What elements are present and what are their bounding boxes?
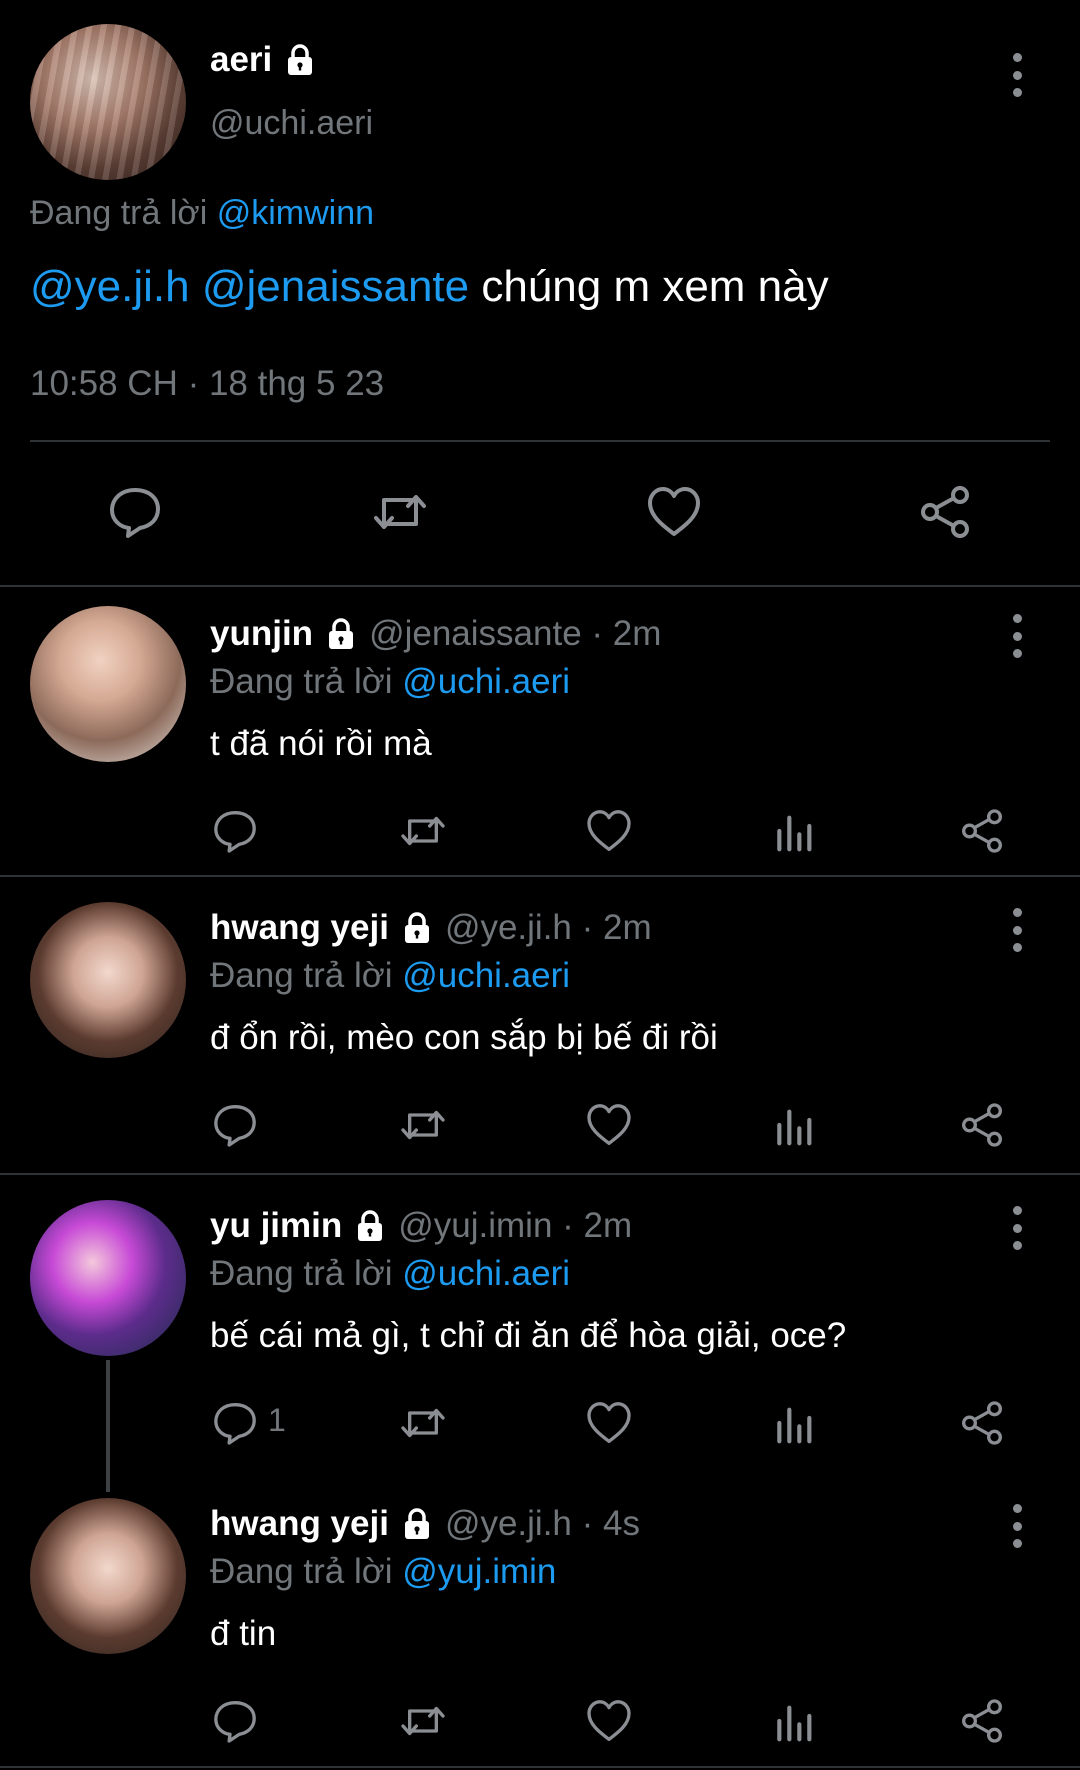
retweet-icon[interactable] bbox=[398, 1696, 448, 1746]
replying-to-label: Đang trả lời bbox=[210, 956, 393, 995]
views-icon[interactable] bbox=[771, 1398, 821, 1448]
replying-to-label: Đang trả lời bbox=[210, 662, 393, 701]
views-icon[interactable] bbox=[771, 1696, 821, 1746]
author-handle[interactable]: @yuj.imin · 2m bbox=[398, 1206, 632, 1246]
views-icon[interactable] bbox=[771, 1100, 821, 1150]
mention-link[interactable]: @jenaissante bbox=[202, 262, 469, 311]
replying-to: Đang trả lời @kimwinn bbox=[30, 194, 374, 233]
share-icon[interactable] bbox=[957, 1100, 1007, 1150]
reply-icon[interactable] bbox=[210, 806, 260, 856]
like-icon[interactable] bbox=[584, 1398, 634, 1448]
tweet-text: @ye.ji.h @jenaissante chúng m xem này bbox=[30, 262, 829, 312]
avatar[interactable] bbox=[30, 24, 186, 180]
tweet-text: t đã nói rồi mà bbox=[210, 724, 432, 763]
reply-header: yu jimin @yuj.imin · 2m bbox=[210, 1206, 632, 1246]
replying-to-mention[interactable]: @yuj.imin bbox=[402, 1552, 556, 1591]
replying-to: Đang trả lời @uchi.aeri bbox=[210, 662, 570, 702]
more-icon[interactable] bbox=[1010, 1504, 1024, 1548]
replying-to-mention[interactable]: @uchi.aeri bbox=[402, 1254, 570, 1293]
author-name[interactable]: yunjin bbox=[210, 614, 313, 654]
replying-to-label: Đang trả lời bbox=[30, 194, 208, 232]
tweet-text: bế cái mả gì, t chỉ đi ăn để hòa giải, o… bbox=[210, 1316, 847, 1355]
author-handle[interactable]: @ye.ji.h · 2m bbox=[445, 908, 652, 948]
share-icon[interactable] bbox=[957, 806, 1007, 856]
main-tweet: aeri @uchi.aeri Đang trả lời @kimwinn @y… bbox=[0, 0, 1080, 586]
author-name[interactable]: hwang yeji bbox=[210, 1504, 389, 1544]
reply-header: yunjin @jenaissante · 2m bbox=[210, 614, 661, 654]
mention-link[interactable]: @ye.ji.h bbox=[30, 262, 190, 311]
reply-icon[interactable] bbox=[210, 1696, 260, 1746]
avatar[interactable] bbox=[30, 902, 186, 1058]
author-name-text: aeri bbox=[210, 40, 273, 79]
replying-to-label: Đang trả lời bbox=[210, 1552, 393, 1591]
reply-tweet: hwang yeji @ye.ji.h · 4s Đang trả lời @y… bbox=[0, 1474, 1080, 1770]
replying-to-mention[interactable]: @uchi.aeri bbox=[402, 662, 570, 701]
replying-to: Đang trả lời @yuj.imin bbox=[210, 1552, 556, 1592]
author-handle[interactable]: @jenaissante · 2m bbox=[369, 614, 661, 654]
like-icon[interactable] bbox=[584, 1100, 634, 1150]
more-icon[interactable] bbox=[1010, 908, 1024, 952]
lock-icon bbox=[404, 1508, 429, 1539]
more-icon[interactable] bbox=[1010, 1206, 1024, 1250]
more-icon[interactable] bbox=[1010, 53, 1024, 97]
retweet-icon[interactable] bbox=[398, 806, 448, 856]
reply-count: 1 bbox=[268, 1402, 286, 1438]
reply-tweet: yu jimin @yuj.imin · 2m Đang trả lời @uc… bbox=[0, 1176, 1080, 1496]
avatar[interactable] bbox=[30, 1498, 186, 1654]
author-handle[interactable]: @ye.ji.h · 4s bbox=[445, 1504, 640, 1544]
lock-icon bbox=[329, 618, 354, 649]
tweet-text: đ ổn rồi, mèo con sắp bị bế đi rồi bbox=[210, 1018, 718, 1057]
replying-to-mention[interactable]: @kimwinn bbox=[217, 194, 374, 232]
replying-to: Đang trả lời @uchi.aeri bbox=[210, 1254, 570, 1294]
author-handle[interactable]: @uchi.aeri bbox=[210, 104, 373, 143]
more-icon[interactable] bbox=[1010, 614, 1024, 658]
replying-to-mention[interactable]: @uchi.aeri bbox=[402, 956, 570, 995]
reply-header: hwang yeji @ye.ji.h · 4s bbox=[210, 1504, 640, 1544]
retweet-icon[interactable] bbox=[370, 482, 430, 542]
like-icon[interactable] bbox=[644, 482, 704, 542]
lock-icon bbox=[358, 1210, 383, 1241]
author-name[interactable]: hwang yeji bbox=[210, 908, 389, 948]
like-icon[interactable] bbox=[584, 1696, 634, 1746]
replying-to: Đang trả lời @uchi.aeri bbox=[210, 956, 570, 996]
tweet-text: đ tin bbox=[210, 1614, 277, 1653]
retweet-icon[interactable] bbox=[398, 1100, 448, 1150]
reply-icon[interactable] bbox=[210, 1398, 260, 1448]
divider bbox=[0, 585, 1080, 587]
share-icon[interactable] bbox=[957, 1696, 1007, 1746]
reply-header: hwang yeji @ye.ji.h · 2m bbox=[210, 908, 652, 948]
reply-icon[interactable] bbox=[210, 1100, 260, 1150]
lock-icon bbox=[404, 912, 429, 943]
author-name[interactable]: aeri bbox=[210, 40, 318, 80]
avatar[interactable] bbox=[30, 1200, 186, 1356]
retweet-icon[interactable] bbox=[398, 1398, 448, 1448]
reply-tweet: hwang yeji @ye.ji.h · 2m Đang trả lời @u… bbox=[0, 878, 1080, 1174]
divider bbox=[0, 1173, 1080, 1175]
tweet-timestamp[interactable]: 10:58 CH · 18 thg 5 23 bbox=[30, 364, 384, 404]
tweet-body: chúng m xem này bbox=[481, 262, 829, 311]
author-name[interactable]: yu jimin bbox=[210, 1206, 342, 1246]
reply-tweet: yunjin @jenaissante · 2m Đang trả lời @u… bbox=[0, 588, 1080, 876]
divider bbox=[0, 875, 1080, 877]
replying-to-label: Đang trả lời bbox=[210, 1254, 393, 1293]
share-icon[interactable] bbox=[915, 482, 975, 542]
reply-icon[interactable] bbox=[105, 482, 165, 542]
lock-icon bbox=[288, 44, 313, 75]
divider bbox=[30, 440, 1050, 442]
divider bbox=[0, 1766, 1080, 1768]
views-icon[interactable] bbox=[771, 806, 821, 856]
like-icon[interactable] bbox=[584, 806, 634, 856]
avatar[interactable] bbox=[30, 606, 186, 762]
share-icon[interactable] bbox=[957, 1398, 1007, 1448]
